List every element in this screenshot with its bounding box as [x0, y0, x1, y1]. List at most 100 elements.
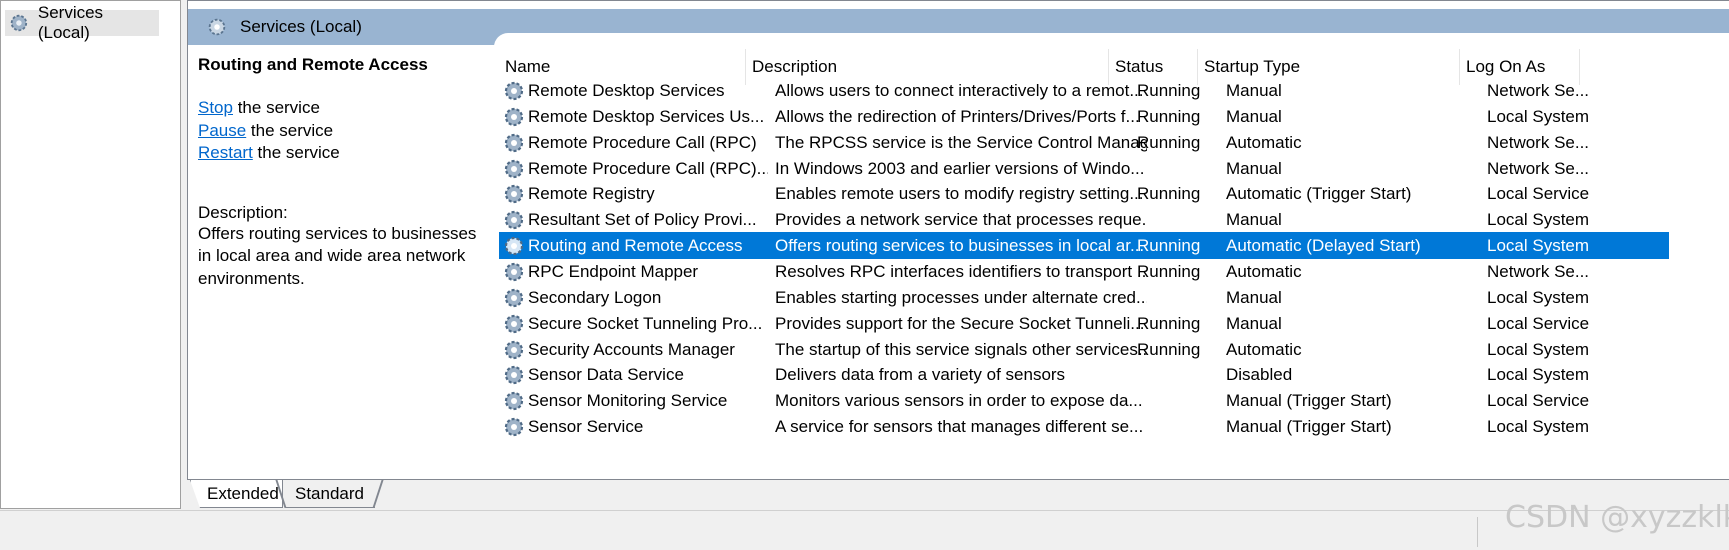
table-row[interactable]: Secondary Logon Enables starting processe… [499, 284, 1669, 311]
service-name: Sensor Service [528, 417, 644, 436]
gear-icon [504, 262, 524, 282]
description-header: Description: [198, 202, 288, 222]
tree-item-label: Services (Local) [37, 3, 104, 42]
service-log-on-as: Local System [1487, 107, 1590, 126]
header-curve [494, 33, 1729, 49]
service-startup-type: Manual [1226, 107, 1282, 126]
action-stop: Stop the service [198, 97, 488, 120]
table-row[interactable]: Remote Registry Enables remote users to m… [499, 180, 1669, 207]
service-startup-type: Manual [1226, 288, 1282, 307]
service-description: In Windows 2003 and earlier versions of … [775, 159, 1145, 178]
sort-ascending-icon: ^ [622, 49, 628, 55]
service-name: Routing and Remote Access [528, 236, 743, 255]
service-startup-type: Manual (Trigger Start) [1226, 391, 1392, 410]
service-name: Secure Socket Tunneling Pro... [528, 314, 763, 333]
service-startup-type: Manual [1226, 314, 1282, 333]
restart-link[interactable]: Restart [198, 143, 253, 162]
service-status: Running [1137, 314, 1201, 333]
column-label: Description [752, 57, 838, 76]
service-status: Running [1137, 236, 1201, 255]
gear-icon [504, 340, 524, 360]
status-divider [1477, 517, 1478, 547]
service-log-on-as: Local System [1487, 210, 1590, 229]
tree-item-services-local[interactable]: Services (Local) [5, 3, 159, 42]
gear-icon [504, 133, 524, 153]
column-label: Startup Type [1204, 57, 1301, 76]
service-log-on-as: Local System [1487, 417, 1590, 436]
main-title: Services (Local) [240, 17, 362, 36]
column-label: Log On As [1466, 57, 1546, 76]
gear-icon [504, 236, 524, 256]
pause-link[interactable]: Pause [198, 121, 246, 140]
service-log-on-as: Local Service [1487, 184, 1590, 203]
services-list[interactable]: Name ^ Description Status Startup Type L… [499, 49, 1729, 479]
service-startup-type: Automatic [1226, 340, 1302, 359]
service-log-on-as: Local Service [1487, 314, 1590, 333]
status-bar [0, 510, 1729, 550]
table-row[interactable]: Remote Procedure Call (RPC) The RPCSS ser… [499, 129, 1669, 156]
detail-panel: Routing and Remote Access Stop the servi… [198, 55, 488, 290]
action-text: the service [252, 143, 340, 162]
description-text: Offers routing services to businesses in… [198, 223, 477, 288]
gear-icon [504, 288, 524, 308]
table-row[interactable]: Security Accounts Manager The startup of … [499, 336, 1669, 363]
action-text: the service [232, 98, 320, 117]
service-log-on-as: Network Se... [1487, 81, 1590, 100]
view-tabs: Extended Standard [187, 480, 1729, 510]
service-description: Enables remote users to modify registry … [775, 184, 1144, 203]
table-row[interactable]: Sensor Service A service for sensors that… [499, 413, 1669, 440]
service-actions: Stop the service Pause the service Resta… [198, 97, 488, 165]
tab-extended[interactable]: Extended [190, 480, 283, 508]
service-startup-type: Manual [1226, 159, 1282, 178]
action-pause: Pause the service [198, 120, 488, 143]
service-name: Remote Desktop Services [528, 81, 725, 100]
service-status: Running [1137, 107, 1201, 126]
service-log-on-as: Network Se... [1487, 159, 1590, 178]
service-description: Allows the redirection of Printers/Drive… [775, 107, 1140, 126]
service-description: Resolves RPC interfaces identifiers to t… [775, 262, 1147, 281]
service-name: Sensor Data Service [528, 365, 684, 384]
table-row[interactable]: Sensor Monitoring Service Monitors variou… [499, 387, 1669, 414]
service-log-on-as: Local System [1487, 340, 1590, 359]
service-status: Running [1137, 133, 1201, 152]
table-row[interactable]: Remote Desktop Services Us... Allows the … [499, 103, 1669, 130]
services-gear-icon [208, 18, 226, 36]
service-description: Delivers data from a variety of sensors [775, 365, 1066, 384]
stop-link[interactable]: Stop [198, 98, 233, 117]
service-name: Secondary Logon [528, 288, 662, 307]
service-name: Remote Desktop Services Us... [528, 107, 765, 126]
service-description: Provides a network service that processe… [775, 210, 1147, 229]
gear-icon [504, 210, 524, 230]
service-startup-type: Automatic [1226, 133, 1302, 152]
service-name: Security Accounts Manager [528, 340, 735, 359]
action-restart: Restart the service [198, 142, 488, 165]
gear-icon [504, 159, 524, 179]
table-row[interactable]: Secure Socket Tunneling Pro... Provides s… [499, 310, 1669, 337]
service-log-on-as: Local Service [1487, 391, 1590, 410]
service-name: Remote Procedure Call (RPC)... [528, 159, 768, 178]
service-status: Running [1137, 262, 1201, 281]
column-label: Name [505, 57, 551, 76]
gear-icon [504, 365, 524, 385]
watermark: CSDN @xyzzklk [1505, 500, 1729, 535]
gear-icon [504, 184, 524, 204]
service-name: Sensor Monitoring Service [528, 391, 728, 410]
service-description: The RPCSS service is the Service Control… [775, 133, 1147, 152]
service-log-on-as: Network Se... [1487, 133, 1590, 152]
service-startup-type: Automatic (Delayed Start) [1226, 236, 1421, 255]
service-log-on-as: Network Se... [1487, 262, 1590, 281]
table-row[interactable]: Remote Desktop Services Allows users to c… [499, 77, 1669, 104]
service-description: The startup of this service signals othe… [775, 340, 1147, 359]
gear-icon [504, 391, 524, 411]
table-row[interactable]: Remote Procedure Call (RPC)... In Windows… [499, 155, 1669, 182]
service-name: Remote Registry [528, 184, 655, 203]
table-row[interactable]: Routing and Remote Access Offers routing … [499, 232, 1669, 259]
service-log-on-as: Local System [1487, 236, 1590, 255]
tab-standard[interactable]: Standard [285, 480, 375, 508]
table-row[interactable]: Sensor Data Service Delivers data from a … [499, 361, 1669, 388]
service-description: Allows users to connect interactively to… [775, 81, 1144, 100]
table-row[interactable]: Resultant Set of Policy Provi... Provides… [499, 206, 1669, 233]
table-row[interactable]: RPC Endpoint Mapper Resolves RPC interfac… [499, 258, 1669, 285]
service-startup-type: Automatic (Trigger Start) [1226, 184, 1412, 203]
service-description: Offers routing services to businesses in… [775, 236, 1145, 255]
